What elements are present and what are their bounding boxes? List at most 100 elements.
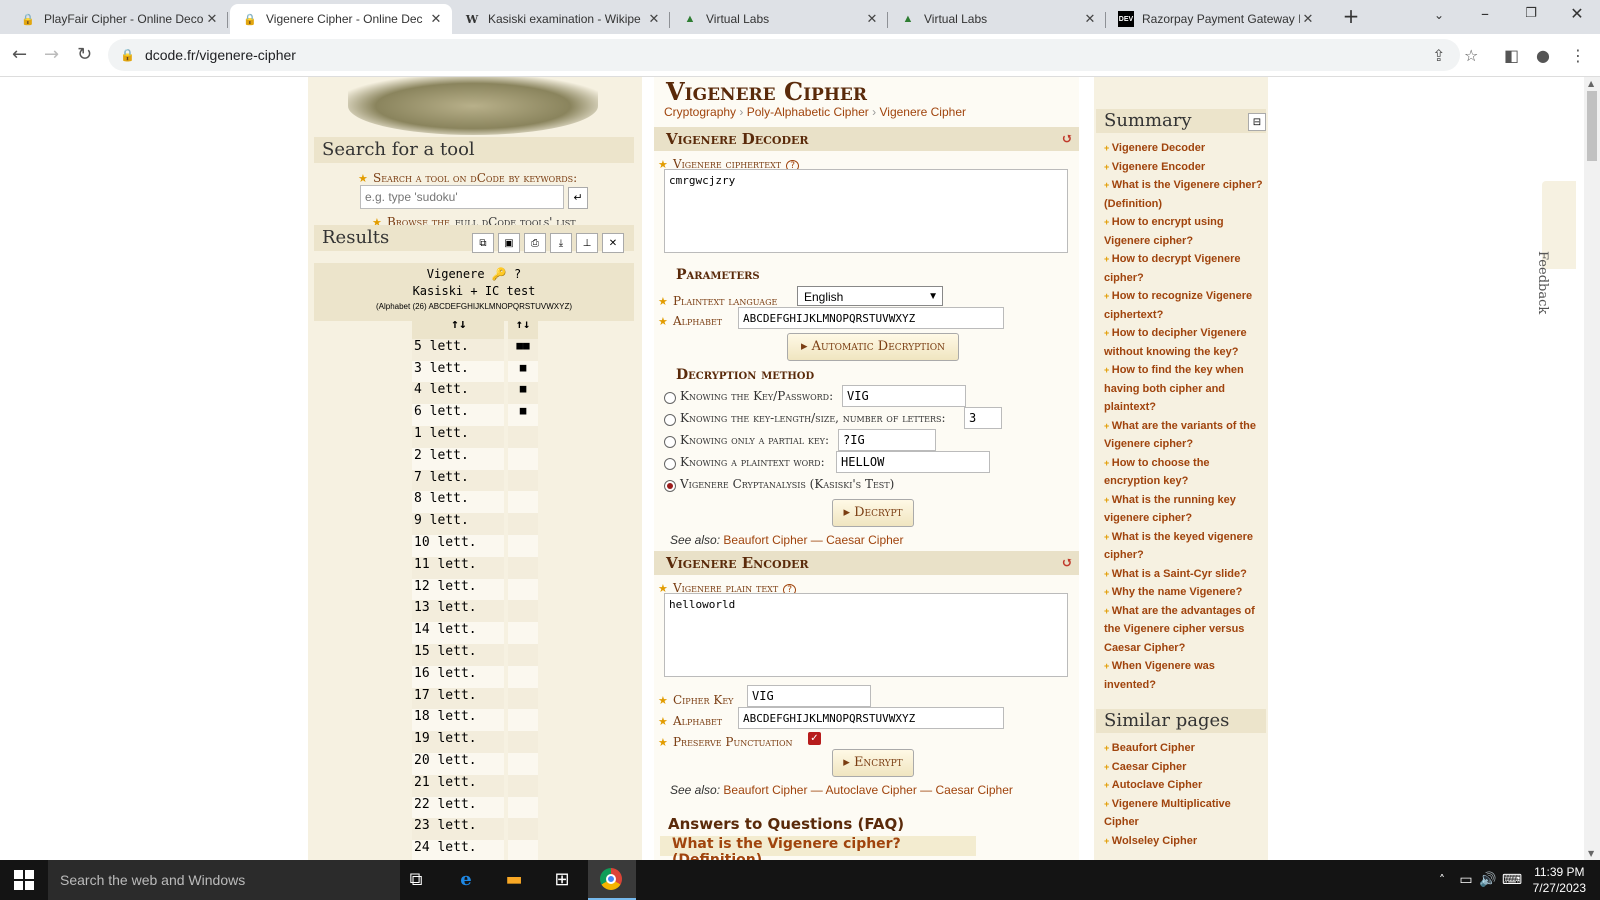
summary-link[interactable]: What are the variants of the Vigenere ci… (1104, 417, 1264, 454)
key-length-cell[interactable]: 17 lett. (412, 687, 504, 710)
window-close-button[interactable]: ✕ (1554, 4, 1600, 23)
key-length-cell[interactable]: 15 lett. (412, 643, 504, 666)
search-submit-icon[interactable]: ↵ (568, 187, 588, 209)
key-length-cell[interactable]: 22 lett. (412, 796, 504, 819)
key-length-cell[interactable]: 6 lett. (412, 404, 504, 426)
key-length-cell[interactable]: 5 lett. (412, 338, 504, 361)
similar-page-link[interactable]: Vigenere Multiplicative Cipher (1104, 795, 1264, 832)
close-icon[interactable]: ✕ (204, 11, 220, 27)
key-length-cell[interactable]: 11 lett. (412, 556, 504, 579)
collapse-icon[interactable]: ⊟ (1248, 113, 1266, 131)
cipher-key-input[interactable] (747, 685, 871, 707)
key-length-cell[interactable]: 19 lett. (412, 731, 504, 753)
close-results-icon[interactable]: ✕ (602, 233, 624, 253)
summary-link[interactable]: What is the Vigenere cipher? (Definition… (1104, 176, 1264, 213)
key-length-cell[interactable]: 18 lett. (412, 709, 504, 732)
faq-first-question[interactable]: What is the Vigenere cipher? (Definition… (660, 836, 976, 860)
plaintext-word-input[interactable] (836, 451, 990, 473)
radio-known-key[interactable] (664, 392, 676, 404)
forward-icon[interactable]: → (44, 44, 59, 65)
key-length-cell[interactable]: 16 lett. (412, 665, 504, 688)
close-icon[interactable]: ✕ (864, 11, 880, 27)
summary-link[interactable]: Vigenere Encoder (1104, 158, 1264, 177)
tab-razorpay[interactable]: DEV Razorpay Payment Gateway I ✕ (1106, 4, 1324, 34)
preserve-punctuation-checkbox[interactable]: ✓ (808, 732, 821, 745)
taskbar-search-input[interactable]: Search the web and Windows (48, 860, 400, 900)
summary-link[interactable]: Vigenere Decoder (1104, 139, 1264, 158)
key-length-cell[interactable]: 7 lett. (412, 469, 504, 492)
summary-link[interactable]: Why the name Vigenere? (1104, 583, 1264, 602)
summary-link[interactable]: When Vigenere was invented? (1104, 657, 1264, 694)
see-also-links[interactable]: Beaufort Cipher — Autoclave Cipher — Cae… (723, 783, 1012, 797)
key-length-cell[interactable]: 13 lett. (412, 600, 504, 623)
summary-link[interactable]: How to find the key when having both cip… (1104, 361, 1264, 417)
key-length-cell[interactable]: 21 lett. (412, 774, 504, 797)
scroll-thumb[interactable] (1587, 91, 1597, 161)
reload-icon[interactable]: ↻ (77, 44, 92, 65)
sort-column-2[interactable]: ↑↓ (508, 317, 538, 339)
radio-partial-key[interactable] (664, 436, 676, 448)
see-also-links[interactable]: Beaufort Cipher — Caesar Cipher (723, 533, 903, 547)
key-length-cell[interactable]: 8 lett. (412, 491, 504, 514)
key-length-cell[interactable]: 14 lett. (412, 622, 504, 644)
similar-page-link[interactable]: Wolseley Cipher (1104, 832, 1264, 851)
edge-icon[interactable]: e (454, 868, 478, 892)
keyboard-icon[interactable]: ⌨ (1500, 868, 1524, 892)
decrypt-button[interactable]: ▸ Decrypt (832, 499, 914, 527)
similar-page-link[interactable]: Autoclave Cipher (1104, 776, 1264, 795)
scroll-up-icon[interactable]: ▲ (1588, 79, 1594, 88)
tab-playfair[interactable]: 🔒 PlayFair Cipher - Online Deco ✕ (8, 4, 228, 34)
encrypt-button[interactable]: ▸ Encrypt (832, 749, 914, 777)
summary-link[interactable]: How to recognize Vigenere ciphertext? (1104, 287, 1264, 324)
task-view-icon[interactable]: ⧉ (404, 868, 428, 892)
language-select[interactable]: English ▼ (797, 286, 943, 306)
key-length-cell[interactable]: 23 lett. (412, 818, 504, 841)
restore-button[interactable]: ❐ (1508, 6, 1554, 21)
tab-search-icon[interactable]: ⌄ (1416, 8, 1462, 22)
key-length-cell[interactable]: 4 lett. (412, 382, 504, 405)
windows-start-icon[interactable] (14, 870, 34, 890)
encoder-alphabet-input[interactable] (738, 707, 1004, 729)
radio-plaintext-word[interactable] (664, 458, 676, 470)
plaintext-input[interactable] (664, 593, 1068, 677)
address-bar[interactable]: 🔒 dcode.fr/vigenere-cipher (108, 39, 1460, 71)
copy-icon[interactable]: ⧉ (472, 233, 494, 253)
close-icon[interactable]: ✕ (1082, 11, 1098, 27)
key-input[interactable] (842, 385, 966, 407)
key-length-cell[interactable]: 2 lett. (412, 447, 504, 470)
key-length-cell[interactable]: 3 lett. (412, 360, 504, 383)
profile-avatar[interactable]: ● (1536, 46, 1550, 65)
show-hidden-icons-icon[interactable]: ˄ (1430, 868, 1454, 892)
tab-kasiski[interactable]: W Kasiski examination - Wikipe ✕ (452, 4, 670, 34)
file-explorer-icon[interactable]: ▬ (502, 868, 526, 892)
sort-column-1[interactable]: ↑↓ (412, 317, 504, 339)
similar-page-link[interactable]: Caesar Cipher (1104, 758, 1264, 777)
bookmark-star-icon[interactable]: ☆ (1464, 46, 1478, 65)
key-length-cell[interactable]: 24 lett. (412, 840, 504, 860)
ciphertext-input[interactable] (664, 169, 1068, 253)
key-length-input[interactable] (964, 407, 1002, 429)
partial-key-input[interactable] (838, 429, 936, 451)
key-length-cell[interactable]: 10 lett. (412, 534, 504, 557)
breadcrumb-vigenere[interactable]: Vigenere Cipher (879, 105, 966, 119)
page-scrollbar[interactable]: ▲ ▼ (1584, 77, 1600, 860)
tool-search-input[interactable] (360, 185, 564, 209)
network-icon[interactable]: ▭ (1454, 868, 1478, 892)
summary-link[interactable]: How to encrypt using Vigenere cipher? (1104, 213, 1264, 250)
volume-icon[interactable]: 🔊 (1476, 868, 1500, 892)
scroll-down-icon[interactable]: ▼ (1588, 849, 1594, 858)
back-icon[interactable]: ← (12, 44, 27, 65)
breadcrumb-cryptography[interactable]: Cryptography (664, 105, 736, 119)
summary-link[interactable]: What is a Saint-Cyr slide? (1104, 565, 1264, 584)
feedback-tab[interactable]: Feedback (1535, 181, 1576, 314)
close-icon[interactable]: ✕ (428, 11, 444, 27)
menu-icon[interactable]: ⋮ (1570, 46, 1586, 65)
summary-link[interactable]: What are the advantages of the Vigenere … (1104, 602, 1264, 658)
lock-icon[interactable]: 🔒 (120, 48, 135, 62)
key-length-cell[interactable]: 1 lett. (412, 425, 504, 448)
store-icon[interactable]: ⊞ (550, 868, 574, 892)
summary-link[interactable]: What is the running key vigenere cipher? (1104, 491, 1264, 528)
automatic-decryption-button[interactable]: ▸ Automatic Decryption (787, 333, 959, 361)
breadcrumb-polyalphabetic[interactable]: Poly-Alphabetic Cipher (747, 105, 869, 119)
reset-icon[interactable]: ↺ (1061, 551, 1073, 575)
